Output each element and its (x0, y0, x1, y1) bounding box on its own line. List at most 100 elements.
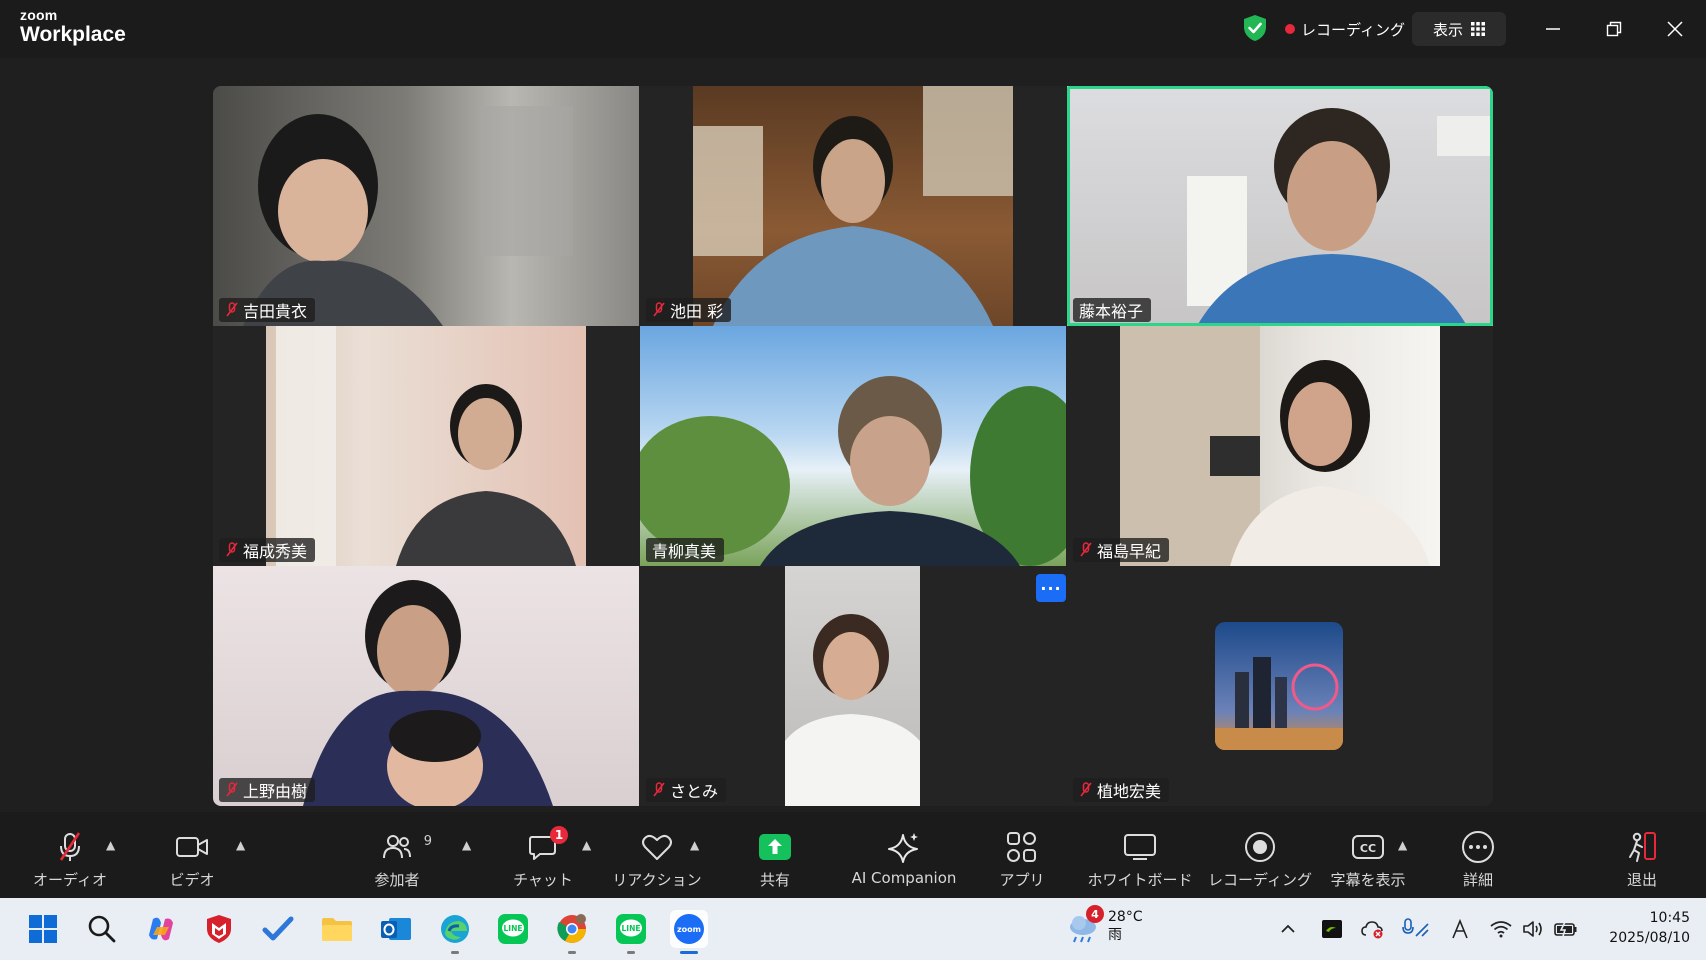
weather-temperature: 28°C (1108, 909, 1143, 925)
todo-check-icon[interactable] (259, 910, 297, 948)
participant-video-7 (213, 566, 639, 806)
recording-indicator-label: レコーディング (1301, 20, 1405, 39)
encryption-shield-icon[interactable] (1242, 14, 1268, 46)
ai-companion-button[interactable]: AI Companion (840, 812, 968, 898)
restore-icon[interactable] (1601, 16, 1627, 42)
participant-name: 福島早紀 (1097, 542, 1162, 561)
copilot-icon[interactable] (142, 910, 180, 948)
tile-more-options-button[interactable]: ··· (1036, 574, 1066, 602)
chat-label: チャット (513, 871, 573, 889)
mic-muted-icon (653, 302, 665, 317)
video-camera-icon (175, 830, 209, 864)
participant-nametag: 藤本裕子 (1073, 298, 1152, 322)
participant-tile-9[interactable]: 植地宏美 (1067, 566, 1493, 806)
running-indicator (451, 951, 459, 954)
audio-button[interactable]: オーディオ (30, 812, 110, 898)
voice-input-icon[interactable] (1400, 914, 1432, 944)
leave-exit-icon (1625, 830, 1659, 864)
volume-icon[interactable] (1520, 914, 1546, 944)
zoom-app-icon[interactable]: zoom (670, 910, 708, 954)
participants-count: 9 (423, 834, 432, 849)
chat-options-chevron-up-icon[interactable]: ▲ (582, 838, 591, 852)
close-icon[interactable] (1662, 16, 1688, 42)
ime-mode-icon[interactable] (1448, 914, 1472, 944)
participant-video-5 (640, 326, 1066, 566)
line-app-icon[interactable]: LINE (494, 910, 532, 948)
leave-button[interactable]: 退出 (1602, 812, 1682, 898)
mic-muted-icon (1080, 782, 1092, 797)
file-explorer-icon[interactable] (318, 910, 356, 948)
audio-options-chevron-up-icon[interactable]: ▲ (106, 838, 115, 852)
reactions-button[interactable]: リアクション (612, 812, 702, 898)
cloud-sync-error-icon[interactable] (1359, 914, 1387, 944)
whiteboard-label: ホワイトボード (1087, 871, 1193, 889)
logo-workplace-text: Workplace (20, 23, 126, 46)
participant-video-1 (213, 86, 639, 326)
tray-chevron-up-icon[interactable] (1276, 914, 1300, 944)
participant-nametag: 青柳真美 (646, 538, 725, 562)
recording-indicator[interactable]: レコーディング (1285, 16, 1405, 42)
windows-start-icon[interactable] (24, 910, 62, 948)
share-screen-icon (758, 830, 792, 864)
recording-button[interactable]: レコーディング (1208, 812, 1312, 898)
share-button[interactable]: 共有 (735, 812, 815, 898)
zoom-app-label: zoom (677, 924, 701, 934)
participants-label: 参加者 (374, 871, 420, 889)
participant-tile-6[interactable]: 福島早紀 (1067, 326, 1493, 566)
video-button[interactable]: ビデオ (152, 812, 232, 898)
line-app-icon-2[interactable]: LINE (612, 910, 650, 954)
participant-video-3 (1067, 86, 1493, 326)
participant-name: 植地宏美 (1097, 782, 1162, 801)
view-button[interactable]: 表示 (1412, 12, 1506, 46)
weather-condition: 雨 (1108, 927, 1122, 943)
wifi-icon[interactable] (1488, 914, 1514, 944)
whiteboard-button[interactable]: ホワイトボード (1080, 812, 1200, 898)
participants-options-chevron-up-icon[interactable]: ▲ (462, 838, 471, 852)
minimize-icon[interactable] (1540, 16, 1566, 42)
svg-text:CC: CC (1360, 842, 1376, 855)
participant-tile-2[interactable]: 池田 彩 (640, 86, 1066, 326)
outlook-icon[interactable] (377, 910, 415, 948)
weather-widget[interactable]: 4 28°C 雨 (1066, 905, 1143, 944)
taskbar-clock[interactable]: 10:45 2025/08/10 (1609, 908, 1690, 948)
search-icon[interactable] (83, 910, 121, 948)
running-indicator (627, 951, 635, 954)
apps-button[interactable]: アプリ (982, 812, 1062, 898)
captions-button[interactable]: CC 字幕を表示 (1324, 812, 1412, 898)
more-button[interactable]: 詳細 (1438, 812, 1518, 898)
participant-name: 上野由樹 (243, 782, 308, 801)
participant-video-2 (693, 86, 1013, 326)
participants-button[interactable]: 9 参加者 (357, 812, 437, 898)
mic-muted-icon (653, 782, 665, 797)
zoom-workplace-logo: zoom Workplace (20, 8, 126, 45)
more-ellipsis-icon (1461, 830, 1495, 864)
leave-label: 退出 (1626, 871, 1657, 889)
participant-tile-1[interactable]: 吉田貴衣 (213, 86, 639, 326)
battery-icon[interactable] (1552, 914, 1580, 944)
chrome-icon[interactable] (553, 910, 591, 954)
participant-avatar (1215, 622, 1343, 750)
mcafee-icon[interactable] (200, 910, 238, 948)
participant-tile-4[interactable]: 福成秀美 (213, 326, 639, 566)
participant-name: さとみ (670, 782, 719, 801)
edge-browser-icon[interactable] (436, 910, 474, 954)
rain-cloud-icon: 4 (1066, 905, 1104, 943)
participant-tile-3[interactable]: 藤本裕子 (1067, 86, 1493, 326)
participant-tile-8[interactable]: さとみ ··· (640, 566, 1066, 806)
participant-tile-7[interactable]: 上野由樹 (213, 566, 639, 806)
participant-nametag: 池田 彩 (646, 298, 732, 322)
more-label: 詳細 (1462, 871, 1493, 889)
recording-label: レコーディング (1208, 871, 1312, 889)
apps-label: アプリ (999, 871, 1045, 889)
participant-video-8 (785, 566, 920, 806)
participant-tile-5[interactable]: 青柳真美 (640, 326, 1066, 566)
grid-icon (1471, 22, 1485, 36)
svg-text:LINE: LINE (622, 924, 641, 933)
captions-options-chevron-up-icon[interactable]: ▲ (1398, 838, 1407, 852)
reactions-options-chevron-up-icon[interactable]: ▲ (690, 838, 699, 852)
chat-button[interactable]: 1 チャット (503, 812, 583, 898)
nvidia-tray-icon[interactable] (1318, 914, 1346, 944)
mic-muted-icon (55, 830, 85, 864)
video-options-chevron-up-icon[interactable]: ▲ (236, 838, 245, 852)
captions-label: 字幕を表示 (1330, 871, 1406, 889)
